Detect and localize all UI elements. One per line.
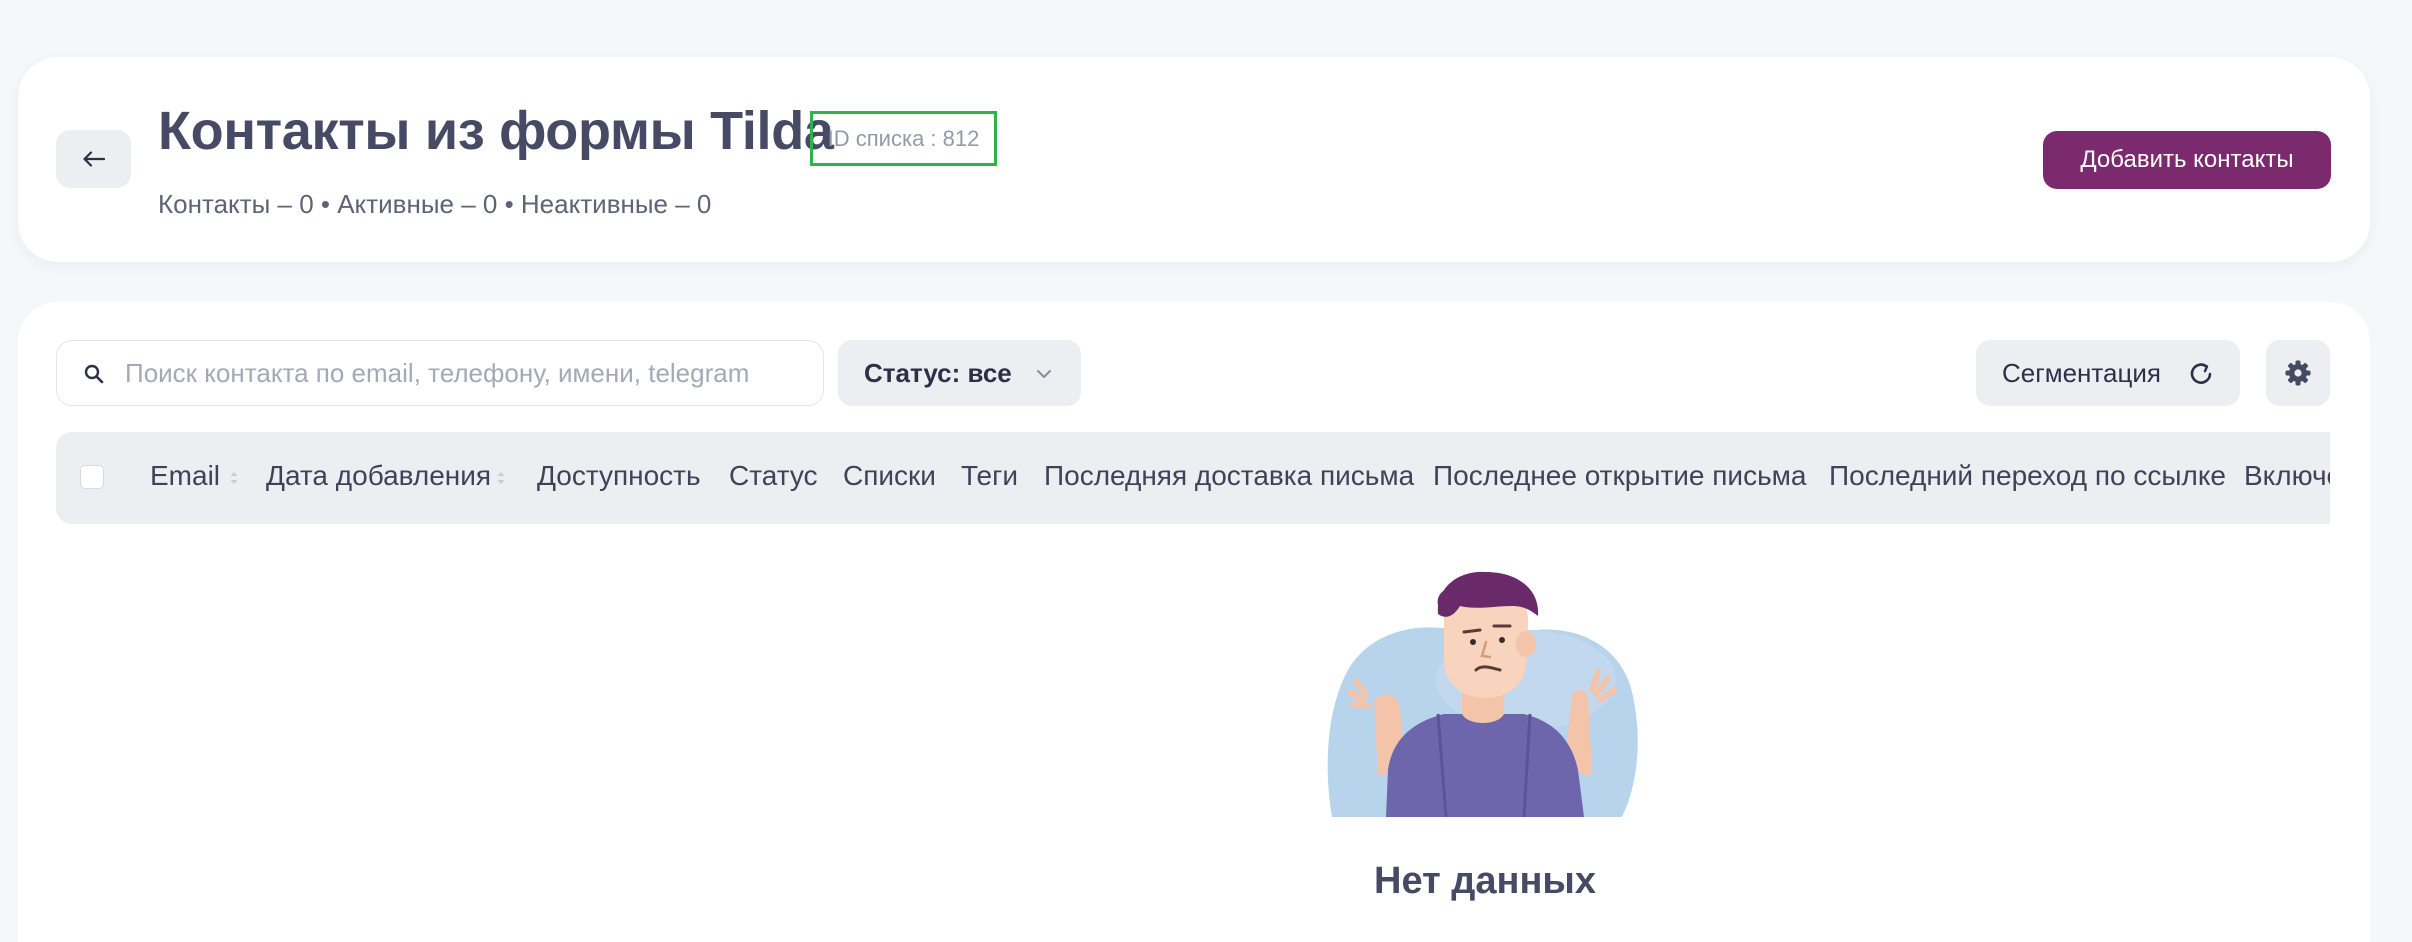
column-lists: Списки [843, 460, 936, 491]
column-last-open: Последнее открытие письма [1433, 460, 1807, 491]
sort-icon[interactable] [229, 468, 239, 488]
refresh-icon [2190, 363, 2212, 384]
table-header: Email Дата добавления Доступность Статус… [56, 432, 2330, 524]
column-status: Статус [729, 460, 818, 491]
search-input[interactable] [125, 351, 805, 395]
page-title: Контакты из формы Tilda [158, 101, 834, 161]
search-icon [84, 364, 104, 384]
select-all-checkbox[interactable] [80, 465, 104, 489]
list-id-label: ID списка : 812 [810, 111, 997, 166]
column-last-delivery: Последняя доставка письма [1044, 460, 1415, 491]
back-button[interactable] [56, 130, 131, 188]
column-enabled: Включен [2244, 460, 2330, 491]
column-availability: Доступность [537, 460, 701, 491]
column-last-click: Последний переход по ссылке [1829, 460, 2226, 491]
contacts-panel: Статус: все Сегментация Email [18, 302, 2370, 942]
add-contacts-button[interactable]: Добавить контакты [2043, 131, 2331, 189]
chevron-down-icon [1037, 370, 1051, 378]
segmentation-label: Сегментация [2002, 358, 2161, 388]
status-filter-select[interactable]: Статус: все [838, 340, 1081, 406]
search-box [56, 340, 824, 406]
gear-icon [2285, 360, 2311, 386]
status-filter-label: Статус: все [864, 358, 1012, 388]
column-date-added[interactable]: Дата добавления [266, 460, 491, 492]
empty-state-text: Нет данных [1374, 860, 1596, 902]
sort-icon[interactable] [496, 468, 506, 488]
column-email[interactable]: Email [150, 460, 220, 492]
segmentation-button[interactable]: Сегментация [1976, 340, 2240, 406]
contacts-stats: Контакты – 0 • Активные – 0 • Неактивные… [158, 189, 712, 219]
empty-state-illustration [1327, 571, 1638, 817]
table-settings-button[interactable] [2266, 340, 2330, 406]
column-tags: Теги [961, 460, 1018, 491]
arrow-left-icon [82, 151, 105, 167]
list-header-card: Контакты из формы Tilda ID списка : 812 … [18, 57, 2370, 262]
